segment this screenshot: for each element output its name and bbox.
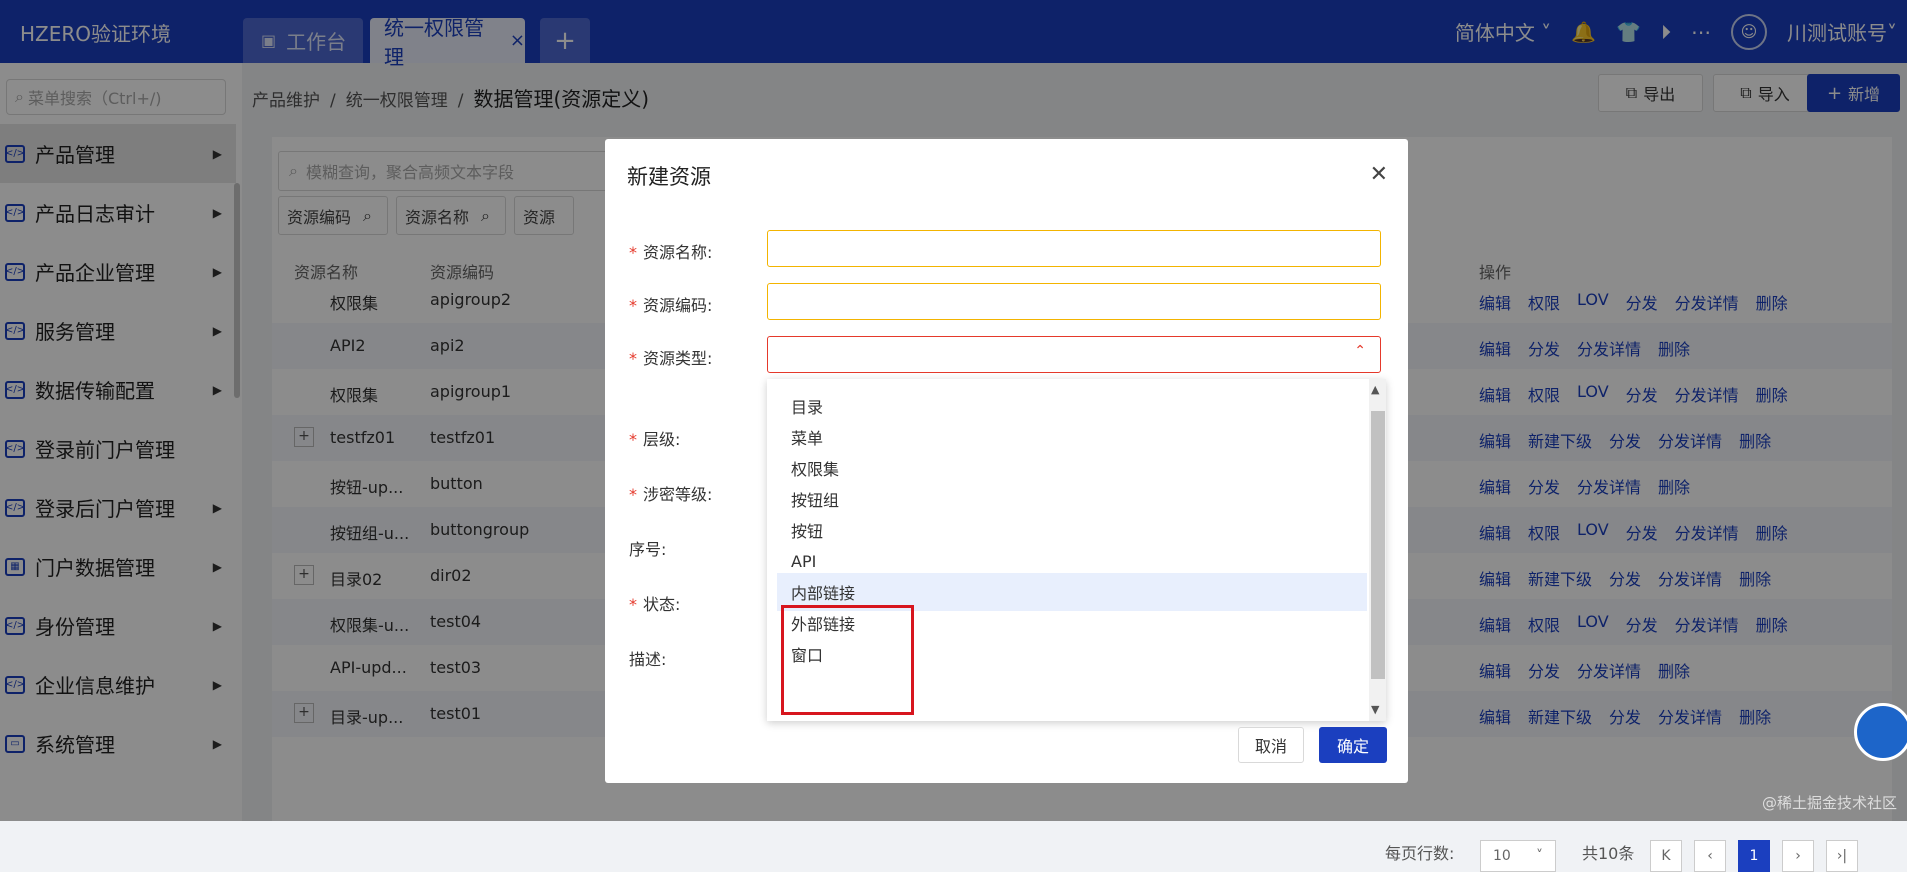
chevron-down-icon: ˅ <box>1536 848 1543 864</box>
resource-type-select[interactable]: ⌃ <box>767 336 1381 373</box>
field-label-level: * 层级: <box>629 430 681 449</box>
modal-title: 新建资源 <box>627 165 711 189</box>
dropdown-scroll-thumb[interactable] <box>1371 411 1385 679</box>
cancel-button[interactable]: 取消 <box>1238 727 1304 763</box>
scroll-up-icon[interactable]: ▲ <box>1371 383 1379 396</box>
watermark: @稀土掘金技术社区 <box>1761 794 1897 812</box>
field-label-code: * 资源编码: <box>629 296 713 315</box>
new-resource-modal: 新建资源 ✕ * 资源名称: * 资源编码: * 资源类型: ⌃ * 层级: * 涉密等级… <box>605 139 1408 783</box>
page-size-select[interactable]: 10 ˅ <box>1480 840 1556 872</box>
close-icon[interactable]: ✕ <box>1370 162 1388 187</box>
first-page-button[interactable]: K <box>1650 840 1682 872</box>
confirm-button[interactable]: 确定 <box>1319 727 1387 763</box>
field-label-name: * 资源名称: <box>629 243 713 262</box>
last-page-button[interactable]: ›| <box>1826 840 1858 872</box>
highlight-box <box>781 605 914 715</box>
floating-assistant-button[interactable] <box>1854 703 1907 761</box>
scroll-down-icon[interactable]: ▼ <box>1371 703 1379 716</box>
next-page-button[interactable]: › <box>1782 840 1814 872</box>
field-label-type: * 资源类型: <box>629 349 713 368</box>
resource-name-input[interactable] <box>767 230 1381 267</box>
prev-page-button[interactable]: ‹ <box>1694 840 1726 872</box>
field-label-status: * 状态: <box>629 595 681 614</box>
total-count: 共10条 <box>1582 844 1635 863</box>
field-label-secret: * 涉密等级: <box>629 485 713 504</box>
field-label-order: 序号: <box>629 540 667 559</box>
resource-code-input[interactable] <box>767 283 1381 320</box>
page-size-label: 每页行数: <box>1385 844 1455 863</box>
chevron-up-icon: ⌃ <box>1354 343 1366 359</box>
field-label-desc: 描述: <box>629 650 667 669</box>
page-number[interactable]: 1 <box>1738 840 1770 872</box>
